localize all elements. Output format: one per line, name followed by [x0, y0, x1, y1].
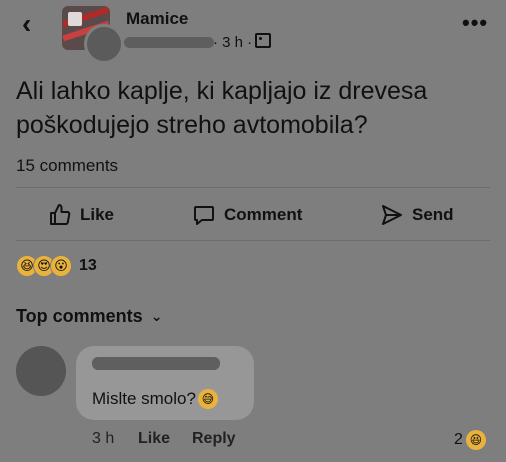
- reaction-count: 13: [79, 257, 97, 274]
- top-comments-label: Top comments: [16, 306, 143, 326]
- send-label: Send: [412, 205, 454, 224]
- sweat-smile-emoji-icon: 😅: [197, 389, 218, 409]
- top-comments-filter[interactable]: Top comments ⌄: [16, 306, 162, 327]
- comment-label: Comment: [224, 205, 303, 224]
- send-button[interactable]: Send: [380, 201, 454, 229]
- reactions-summary[interactable]: 😆 😍 😮 13: [16, 255, 97, 277]
- haha-reaction-icon: 😆: [465, 430, 486, 450]
- post-time: · 3 h ·: [213, 34, 253, 51]
- divider: [16, 240, 490, 241]
- comment-reactions[interactable]: 2 😆: [454, 430, 486, 450]
- post-meta: · 3 h ·: [213, 33, 272, 51]
- comment-reaction-count: 2: [454, 431, 463, 448]
- comment-time: 3 h: [92, 430, 115, 447]
- comment-like-button[interactable]: Like: [138, 430, 170, 448]
- author-avatar[interactable]: [84, 24, 124, 64]
- more-options-icon[interactable]: •••: [462, 10, 488, 36]
- divider: [16, 187, 490, 188]
- post-text: Ali lahko kaplje, ki kapljajo iz drevesa…: [16, 77, 428, 139]
- like-button[interactable]: Like: [48, 201, 114, 229]
- send-icon: [382, 205, 402, 225]
- back-chevron-icon[interactable]: ‹: [22, 10, 44, 38]
- chevron-down-icon: ⌄: [150, 308, 163, 324]
- comment-count[interactable]: 15 comments: [16, 156, 118, 176]
- like-label: Like: [80, 205, 115, 224]
- commenter-avatar[interactable]: [16, 346, 66, 396]
- commenter-name-redacted: [92, 357, 220, 370]
- group-name[interactable]: Mamice: [126, 9, 188, 29]
- comment-button[interactable]: Comment: [192, 201, 302, 229]
- comment-text: Mislte smolo? 😅: [92, 389, 218, 409]
- audience-group-icon: [255, 33, 272, 48]
- thumbs-up-icon: [50, 204, 71, 225]
- wow-reaction-icon: 😮: [50, 255, 72, 277]
- comment-body: Mislte smolo?: [92, 389, 196, 408]
- comment-icon: [194, 206, 214, 225]
- comment-reply-button[interactable]: Reply: [192, 430, 236, 448]
- group-avatar-square: [68, 12, 82, 26]
- author-name-redacted: [124, 37, 214, 48]
